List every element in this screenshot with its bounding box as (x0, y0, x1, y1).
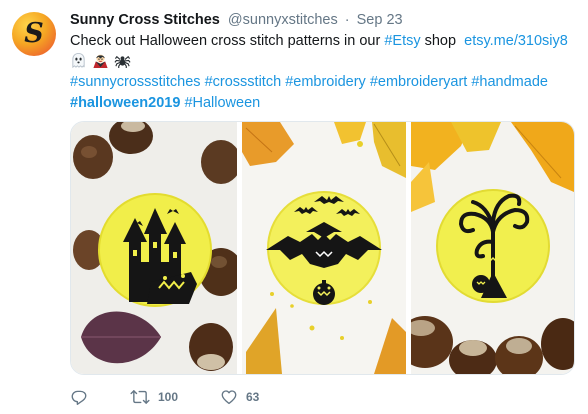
tweet: S Sunny Cross Stitches @sunnyxstitches ·… (0, 0, 588, 414)
retweet-count: 100 (158, 390, 179, 404)
etsy-shop-link[interactable]: etsy.me/310siy8 (464, 33, 568, 49)
hashtag-sunnycrossstitches[interactable]: #sunnycrossstitches (70, 74, 201, 90)
bats-image (242, 122, 406, 374)
retweet-button[interactable]: 100 (130, 388, 220, 406)
tweet-text-line-1: Check out Halloween cross stitch pattern… (70, 32, 568, 51)
media-grid (70, 121, 575, 375)
reply-icon (71, 390, 87, 405)
media-image-spooky-tree[interactable] (411, 122, 574, 374)
media-image-bats[interactable] (242, 122, 406, 374)
spider-icon (114, 55, 131, 69)
hashtag-handmade[interactable]: #handmade (471, 74, 548, 90)
retweet-icon (130, 390, 150, 404)
hashtag-embroidery[interactable]: #embroidery (285, 74, 366, 90)
tweet-header: Sunny Cross Stitches @sunnyxstitches · S… (70, 11, 403, 29)
hashtag-embroideryart[interactable]: #embroideryart (370, 74, 468, 90)
separator-dot: · (344, 12, 350, 28)
user-handle[interactable]: @sunnyxstitches (228, 12, 338, 28)
hashtag-etsy[interactable]: #Etsy (384, 33, 420, 49)
like-button[interactable]: 63 (220, 388, 300, 406)
timestamp[interactable]: Sep 23 (357, 12, 403, 28)
tweet-actions: 100 63 (70, 386, 300, 408)
haunted-house-image (71, 122, 237, 374)
heart-icon (221, 390, 237, 405)
display-name[interactable]: Sunny Cross Stitches (70, 12, 220, 28)
hashtag-crossstitch[interactable]: #crossstitch (205, 74, 282, 90)
spooky-tree-image (411, 122, 574, 374)
emoji-line (70, 52, 136, 72)
tweet-text: Check out Halloween cross stitch pattern… (70, 33, 385, 49)
reply-button[interactable] (70, 388, 130, 406)
hashtag-halloween[interactable]: #Halloween (184, 95, 260, 111)
hashtag-halloween2019[interactable]: #halloween2019 (70, 95, 180, 111)
like-count: 63 (246, 390, 260, 404)
hashtag-line: #sunnycrossstitches #crossstitch #embroi… (70, 73, 548, 92)
avatar-letter: S (24, 17, 44, 49)
tweet-text-mid: shop (420, 33, 465, 49)
hashtag-line-2: #halloween2019 #Halloween (70, 94, 260, 113)
media-image-haunted-house[interactable] (71, 122, 237, 374)
ghost-icon (72, 52, 85, 69)
avatar[interactable]: S (12, 12, 56, 56)
vampire-icon (93, 54, 108, 69)
